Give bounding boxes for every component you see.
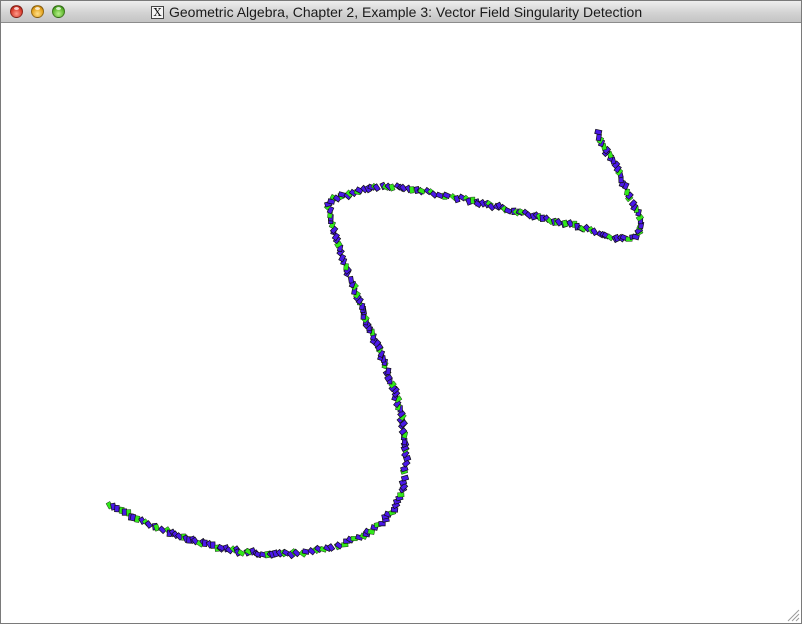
window-title-group: X Geometric Algebra, Chapter 2, Example … <box>151 1 642 23</box>
x11-icon: X <box>151 5 164 19</box>
minimize-button[interactable] <box>31 5 44 18</box>
vector-marker-blue <box>503 206 513 215</box>
resize-grip-icon[interactable] <box>786 608 800 622</box>
vector-marker-blue <box>594 128 603 136</box>
gl-viewport[interactable] <box>1 23 801 623</box>
window-title: Geometric Algebra, Chapter 2, Example 3:… <box>169 4 643 20</box>
vector-marker-green <box>408 186 415 194</box>
singularity-curve <box>105 128 645 560</box>
vector-marker-blue <box>121 508 127 516</box>
close-button[interactable] <box>10 5 23 18</box>
title-bar[interactable]: X Geometric Algebra, Chapter 2, Example … <box>1 1 801 23</box>
vector-marker-green <box>397 492 405 498</box>
vector-marker-blue <box>400 474 410 482</box>
vector-field-canvas[interactable] <box>1 23 801 623</box>
vector-marker-blue <box>114 504 120 513</box>
vector-marker-green <box>623 188 631 196</box>
app-window: X Geometric Algebra, Chapter 2, Example … <box>0 0 802 624</box>
vector-marker-blue <box>347 275 355 284</box>
zoom-button[interactable] <box>52 5 65 18</box>
vector-marker-blue <box>385 367 392 376</box>
